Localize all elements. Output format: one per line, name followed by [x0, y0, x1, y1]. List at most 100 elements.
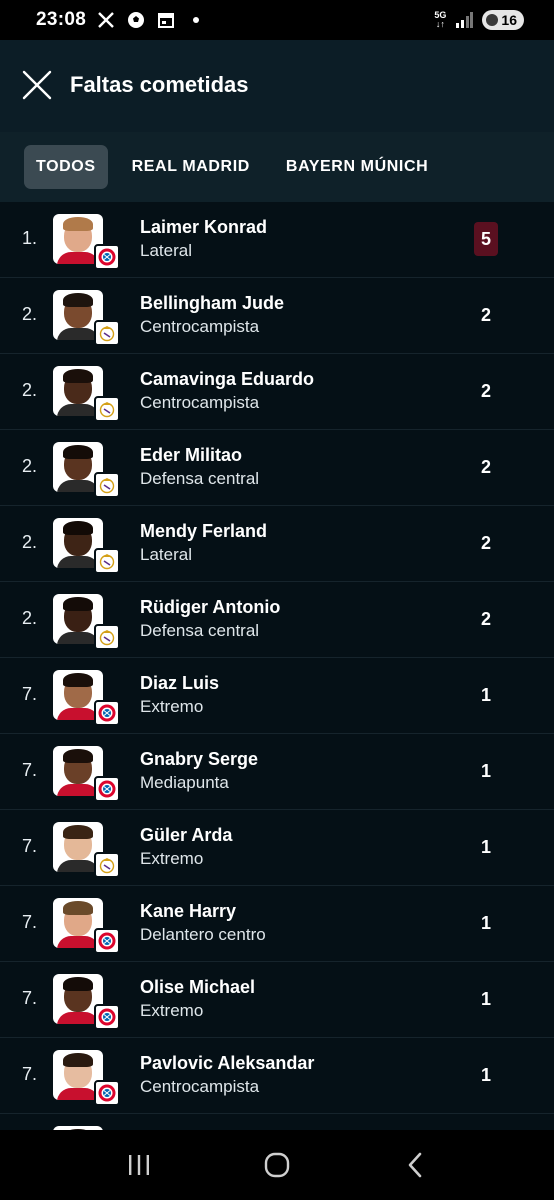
home-icon[interactable]	[257, 1145, 297, 1185]
network-5g-icon: 5G ↓↑	[434, 10, 447, 29]
battery-icon: 16	[482, 10, 524, 30]
status-right: 5G ↓↑ 16	[434, 10, 524, 30]
real-madrid-crest-icon	[94, 548, 120, 574]
fouls-count: 2	[480, 532, 491, 553]
bayern-crest-icon	[94, 700, 120, 726]
battery-saver-icon	[486, 14, 499, 26]
rank-label: 7.	[22, 1064, 38, 1084]
player-row[interactable]: 7. Olise Michael Extremo 1	[0, 962, 554, 1038]
player-position: Centrocampista	[140, 1077, 260, 1096]
avatar-shirt	[57, 784, 99, 796]
network-label: 5G	[434, 10, 447, 20]
close-icon[interactable]	[20, 68, 54, 102]
player-position: Extremo	[140, 1001, 204, 1020]
rank-label: 2.	[22, 608, 38, 628]
back-icon[interactable]	[395, 1145, 435, 1185]
fouls-count: 1	[480, 912, 491, 933]
avatar-hair	[63, 293, 93, 307]
fouls-count: 1	[480, 836, 491, 857]
player-position: Delantero centro	[140, 925, 266, 944]
fouls-count: 1	[480, 684, 491, 705]
player-name: Laimer Konrad	[140, 217, 268, 237]
player-row[interactable]: 2. Bellingham Jude Centrocampista 2	[0, 278, 554, 354]
filter-tabs: TODOS REAL MADRID BAYERN MÚNICH	[0, 132, 554, 202]
player-row[interactable]: 7. Gnabry Serge Mediapunta 1	[0, 734, 554, 810]
player-row[interactable]: 2. Eder Militao Defensa central 2	[0, 430, 554, 506]
fouls-count: 2	[480, 608, 491, 629]
tab-bayern-munich[interactable]: BAYERN MÚNICH	[274, 145, 440, 189]
fouls-count: 1	[480, 760, 491, 781]
avatar-hair	[63, 521, 93, 535]
avatar-hair	[63, 597, 93, 611]
app-header: Faltas cometidas	[0, 40, 554, 132]
page-title: Faltas cometidas	[70, 72, 249, 97]
player-name: Camavinga Eduardo	[140, 369, 315, 389]
status-bar: 23:08 5G ↓↑ 16	[0, 0, 554, 40]
rank-label: 7.	[22, 760, 38, 780]
player-position: Centrocampista	[140, 317, 260, 336]
battery-level: 16	[501, 12, 517, 28]
player-row[interactable]: 2. Mendy Ferland Lateral 2	[0, 506, 554, 582]
player-position: Defensa central	[140, 469, 260, 488]
player-position: Lateral	[140, 241, 192, 260]
player-position: Lateral	[140, 545, 192, 564]
avatar-shirt	[57, 328, 99, 340]
player-position: Defensa central	[140, 621, 260, 640]
status-left: 23:08	[36, 9, 206, 31]
avatar-hair	[63, 673, 93, 687]
avatar-hair	[63, 749, 93, 763]
signal-icon	[454, 10, 474, 30]
player-name: Gnabry Serge	[140, 749, 259, 769]
avatar-hair	[63, 369, 93, 383]
rank-label: 2.	[22, 456, 38, 476]
calendar-icon	[156, 10, 176, 30]
player-list: 1. Laimer Konrad Lateral 5 2. Bellingham Jude…	[0, 202, 554, 1130]
fouls-count: 2	[480, 380, 491, 401]
fouls-count: 1	[480, 988, 491, 1009]
avatar-hair	[63, 825, 93, 839]
bayern-crest-icon	[94, 928, 120, 954]
bayern-crest-icon	[94, 776, 120, 802]
avatar-shirt	[57, 936, 99, 948]
avatar-hair	[63, 977, 93, 991]
avatar-shirt	[57, 556, 99, 568]
avatar-shirt	[57, 252, 99, 264]
player-position: Mediapunta	[140, 773, 229, 792]
real-madrid-crest-icon	[94, 624, 120, 650]
player-position: Extremo	[140, 849, 204, 868]
system-nav-bar	[0, 1130, 554, 1200]
recents-icon[interactable]	[119, 1145, 159, 1185]
avatar-hair	[63, 217, 93, 231]
player-row[interactable]: 7. Güler Arda Extremo 1	[0, 810, 554, 886]
player-name: Pavlovic Aleksandar	[140, 1053, 315, 1073]
fouls-count: 1	[480, 1064, 491, 1085]
player-row[interactable]: 2. Rüdiger Antonio Defensa central 2	[0, 582, 554, 658]
avatar-shirt	[57, 480, 99, 492]
rank-label: 2.	[22, 380, 38, 400]
rank-label: 7.	[22, 836, 38, 856]
avatar-shirt	[57, 632, 99, 644]
tab-real-madrid[interactable]: REAL MADRID	[120, 145, 262, 189]
player-row[interactable]: 1. Laimer Konrad Lateral 5	[0, 202, 554, 278]
tab-todos[interactable]: TODOS	[24, 145, 108, 189]
player-name: Olise Michael	[140, 977, 256, 997]
rank-label: 7.	[22, 912, 38, 932]
player-name: Kane Harry	[140, 901, 237, 921]
player-position: Extremo	[140, 697, 204, 716]
rank-label: 2.	[22, 532, 38, 552]
player-row[interactable]: 7. Kane Harry Delantero centro 1	[0, 886, 554, 962]
player-row[interactable]: 2. Camavinga Eduardo Centrocampista 2	[0, 354, 554, 430]
fouls-count: 5	[474, 222, 498, 256]
avatar-shirt	[57, 860, 99, 872]
avatar-hair	[63, 445, 93, 459]
player-row[interactable]: 7. Pavlovic Aleksandar Centrocampista 1	[0, 1038, 554, 1114]
avatar-shirt	[57, 1012, 99, 1024]
player-row[interactable]: 7. Diaz Luis Extremo 1	[0, 658, 554, 734]
player-row[interactable]	[0, 1114, 554, 1130]
real-madrid-crest-icon	[94, 320, 120, 346]
bayern-crest-icon	[94, 1080, 120, 1106]
fouls-count: 2	[480, 304, 491, 325]
soccer-ball-icon	[126, 10, 146, 30]
x-logo-icon	[96, 10, 116, 30]
avatar-hair	[63, 1053, 93, 1067]
